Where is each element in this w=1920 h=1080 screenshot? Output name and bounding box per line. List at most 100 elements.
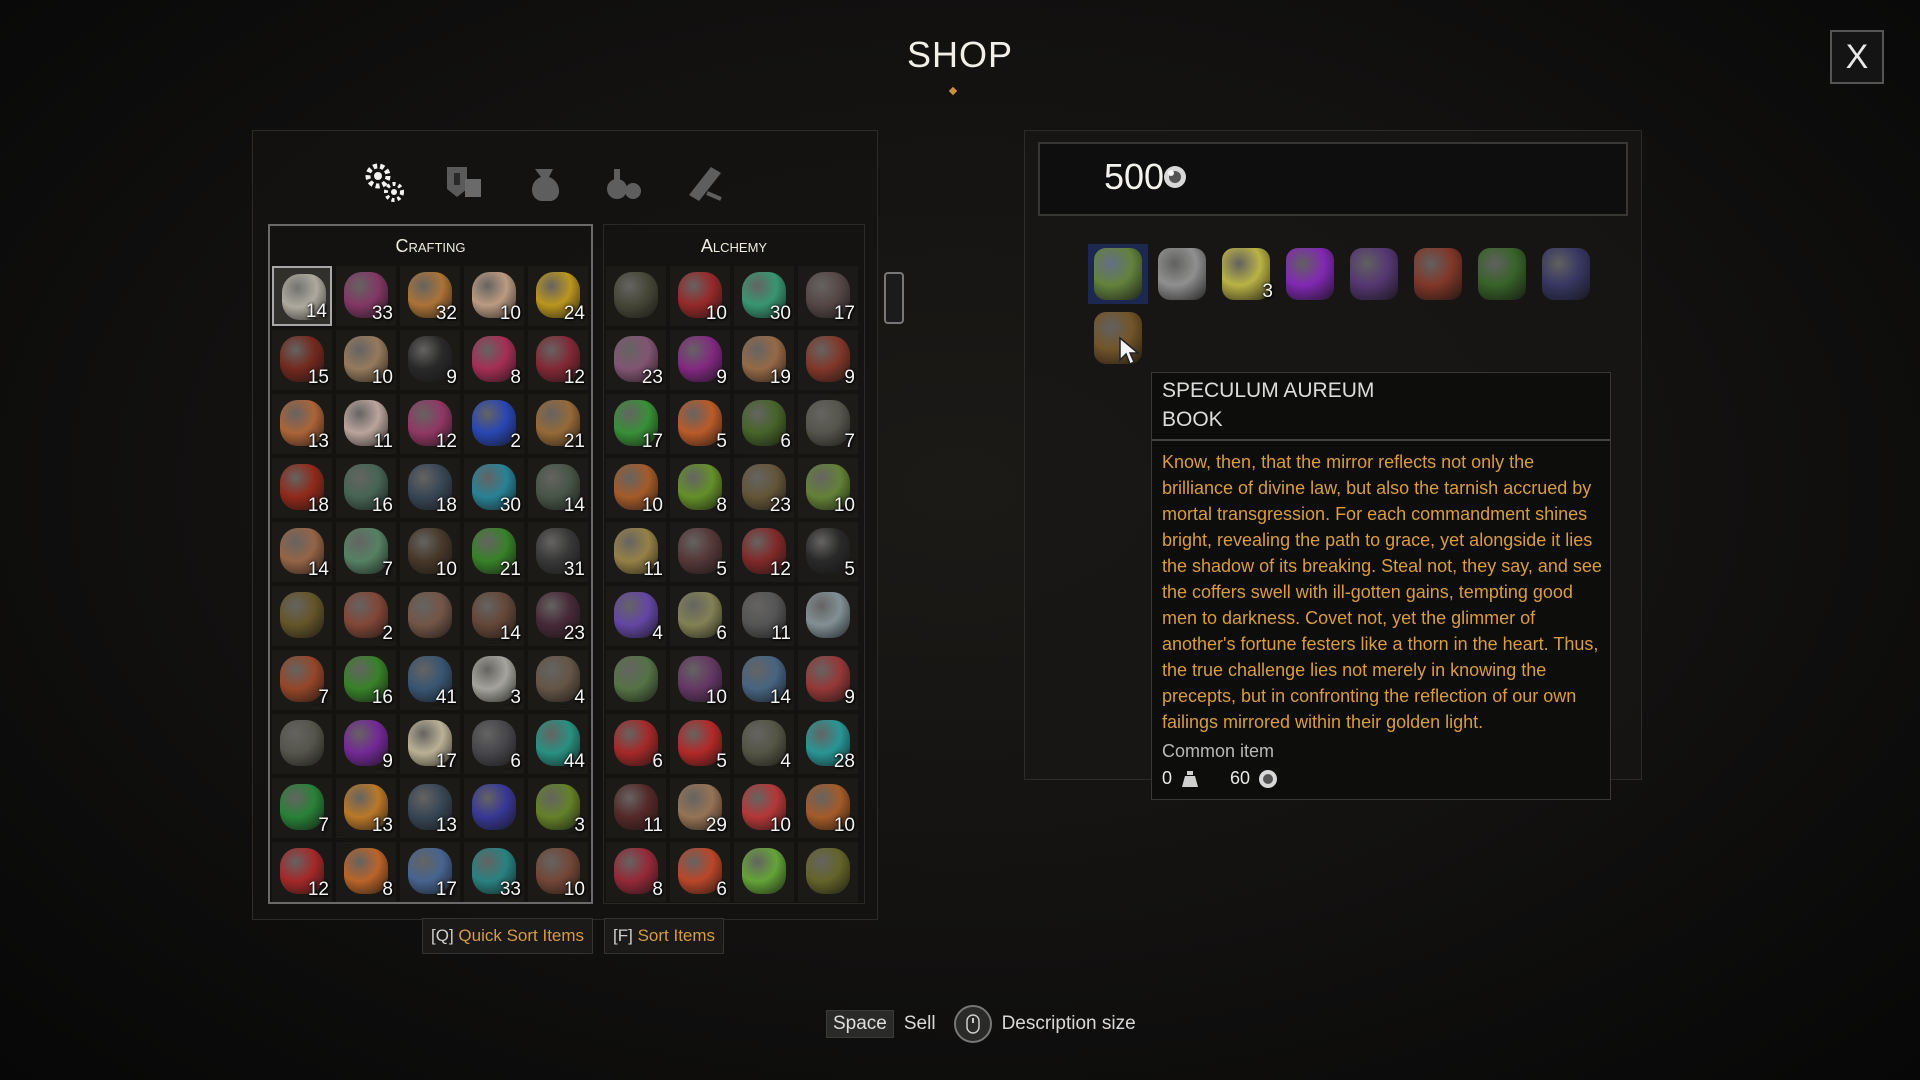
crafting-slot[interactable]: 44 <box>528 714 588 774</box>
crafting-slot[interactable]: 33 <box>464 842 524 902</box>
tab-crafting[interactable] <box>360 158 408 206</box>
crafting-slot[interactable]: 32 <box>400 266 460 326</box>
crafting-slot[interactable] <box>272 714 332 774</box>
crafting-slot[interactable]: 10 <box>528 842 588 902</box>
shop-slot[interactable] <box>1152 244 1212 304</box>
crafting-slot[interactable]: 16 <box>336 650 396 710</box>
crafting-slot[interactable]: 33 <box>336 266 396 326</box>
crafting-slot[interactable]: 7 <box>272 778 332 838</box>
alchemy-slot[interactable]: 5 <box>798 522 858 582</box>
crafting-slot[interactable]: 13 <box>336 778 396 838</box>
crafting-slot[interactable]: 8 <box>336 842 396 902</box>
shop-slot[interactable] <box>1088 244 1148 304</box>
crafting-slot[interactable]: 10 <box>400 522 460 582</box>
shop-slot[interactable] <box>1472 244 1532 304</box>
crafting-slot[interactable]: 17 <box>400 842 460 902</box>
close-button[interactable]: X <box>1830 30 1884 84</box>
alchemy-slot[interactable]: 10 <box>670 650 730 710</box>
crafting-slot[interactable]: 9 <box>400 330 460 390</box>
tab-alchemy[interactable] <box>600 158 648 206</box>
alchemy-slot[interactable]: 4 <box>606 586 666 646</box>
crafting-slot[interactable]: 11 <box>336 394 396 454</box>
alchemy-slot[interactable]: 10 <box>734 778 794 838</box>
crafting-slot[interactable]: 23 <box>528 586 588 646</box>
alchemy-slot[interactable]: 17 <box>798 266 858 326</box>
alchemy-slot[interactable]: 14 <box>734 650 794 710</box>
crafting-slot[interactable]: 14 <box>464 586 524 646</box>
crafting-slot[interactable]: 6 <box>464 714 524 774</box>
crafting-slot[interactable]: 2 <box>464 394 524 454</box>
crafting-slot[interactable]: 9 <box>336 714 396 774</box>
crafting-slot[interactable]: 13 <box>400 778 460 838</box>
inventory-scrollbar[interactable] <box>884 272 904 324</box>
crafting-slot[interactable] <box>272 586 332 646</box>
quick-sort-button[interactable]: [Q] Quick Sort Items <box>422 918 594 954</box>
alchemy-slot[interactable]: 8 <box>606 842 666 902</box>
alchemy-slot[interactable]: 6 <box>670 586 730 646</box>
crafting-slot[interactable]: 8 <box>464 330 524 390</box>
alchemy-slot[interactable]: 17 <box>606 394 666 454</box>
crafting-slot[interactable] <box>400 586 460 646</box>
shop-slot[interactable] <box>1536 244 1596 304</box>
crafting-slot[interactable]: 13 <box>272 394 332 454</box>
alchemy-slot[interactable] <box>606 650 666 710</box>
crafting-slot[interactable]: 21 <box>464 522 524 582</box>
alchemy-slot[interactable]: 11 <box>606 778 666 838</box>
crafting-slot[interactable]: 41 <box>400 650 460 710</box>
alchemy-slot[interactable]: 6 <box>670 842 730 902</box>
sell-hint[interactable]: Sell <box>904 1013 936 1035</box>
alchemy-slot[interactable] <box>798 842 858 902</box>
alchemy-slot[interactable]: 9 <box>670 330 730 390</box>
alchemy-slot[interactable]: 6 <box>606 714 666 774</box>
shop-slot[interactable] <box>1408 244 1468 304</box>
crafting-slot[interactable]: 4 <box>528 650 588 710</box>
alchemy-slot[interactable]: 12 <box>734 522 794 582</box>
crafting-slot[interactable]: 17 <box>400 714 460 774</box>
alchemy-slot[interactable]: 19 <box>734 330 794 390</box>
alchemy-slot[interactable]: 10 <box>606 458 666 518</box>
alchemy-slot[interactable] <box>606 266 666 326</box>
alchemy-slot[interactable]: 29 <box>670 778 730 838</box>
crafting-slot[interactable]: 3 <box>464 650 524 710</box>
crafting-slot[interactable]: 12 <box>400 394 460 454</box>
shop-slot[interactable] <box>1344 244 1404 304</box>
alchemy-slot[interactable]: 8 <box>670 458 730 518</box>
crafting-slot[interactable]: 14 <box>528 458 588 518</box>
crafting-slot[interactable]: 18 <box>400 458 460 518</box>
crafting-slot[interactable]: 16 <box>336 458 396 518</box>
description-size-hint[interactable]: Description size <box>1002 1013 1136 1035</box>
alchemy-slot[interactable] <box>734 842 794 902</box>
alchemy-slot[interactable]: 11 <box>606 522 666 582</box>
alchemy-slot[interactable]: 10 <box>798 458 858 518</box>
alchemy-slot[interactable]: 4 <box>734 714 794 774</box>
shop-slot[interactable] <box>1280 244 1340 304</box>
alchemy-slot[interactable]: 11 <box>734 586 794 646</box>
crafting-slot[interactable]: 12 <box>272 842 332 902</box>
alchemy-slot[interactable]: 9 <box>798 650 858 710</box>
alchemy-slot[interactable]: 6 <box>734 394 794 454</box>
alchemy-slot[interactable]: 23 <box>606 330 666 390</box>
alchemy-slot[interactable]: 10 <box>670 266 730 326</box>
alchemy-slot[interactable]: 5 <box>670 394 730 454</box>
alchemy-slot[interactable]: 5 <box>670 522 730 582</box>
alchemy-slot[interactable]: 7 <box>798 394 858 454</box>
crafting-slot[interactable]: 10 <box>464 266 524 326</box>
crafting-slot[interactable]: 12 <box>528 330 588 390</box>
crafting-slot[interactable]: 31 <box>528 522 588 582</box>
crafting-slot[interactable]: 2 <box>336 586 396 646</box>
alchemy-slot[interactable]: 30 <box>734 266 794 326</box>
alchemy-slot[interactable]: 28 <box>798 714 858 774</box>
alchemy-slot[interactable]: 9 <box>798 330 858 390</box>
crafting-slot[interactable]: 14 <box>272 266 332 326</box>
shop-slot[interactable]: 3 <box>1216 244 1276 304</box>
crafting-slot[interactable]: 3 <box>528 778 588 838</box>
crafting-slot[interactable]: 15 <box>272 330 332 390</box>
alchemy-slot[interactable]: 23 <box>734 458 794 518</box>
crafting-slot[interactable]: 7 <box>272 650 332 710</box>
tab-armor[interactable] <box>440 158 488 206</box>
crafting-slot[interactable]: 21 <box>528 394 588 454</box>
crafting-slot[interactable] <box>464 778 524 838</box>
tab-quest[interactable] <box>680 158 728 206</box>
crafting-slot[interactable]: 14 <box>272 522 332 582</box>
crafting-slot[interactable]: 30 <box>464 458 524 518</box>
